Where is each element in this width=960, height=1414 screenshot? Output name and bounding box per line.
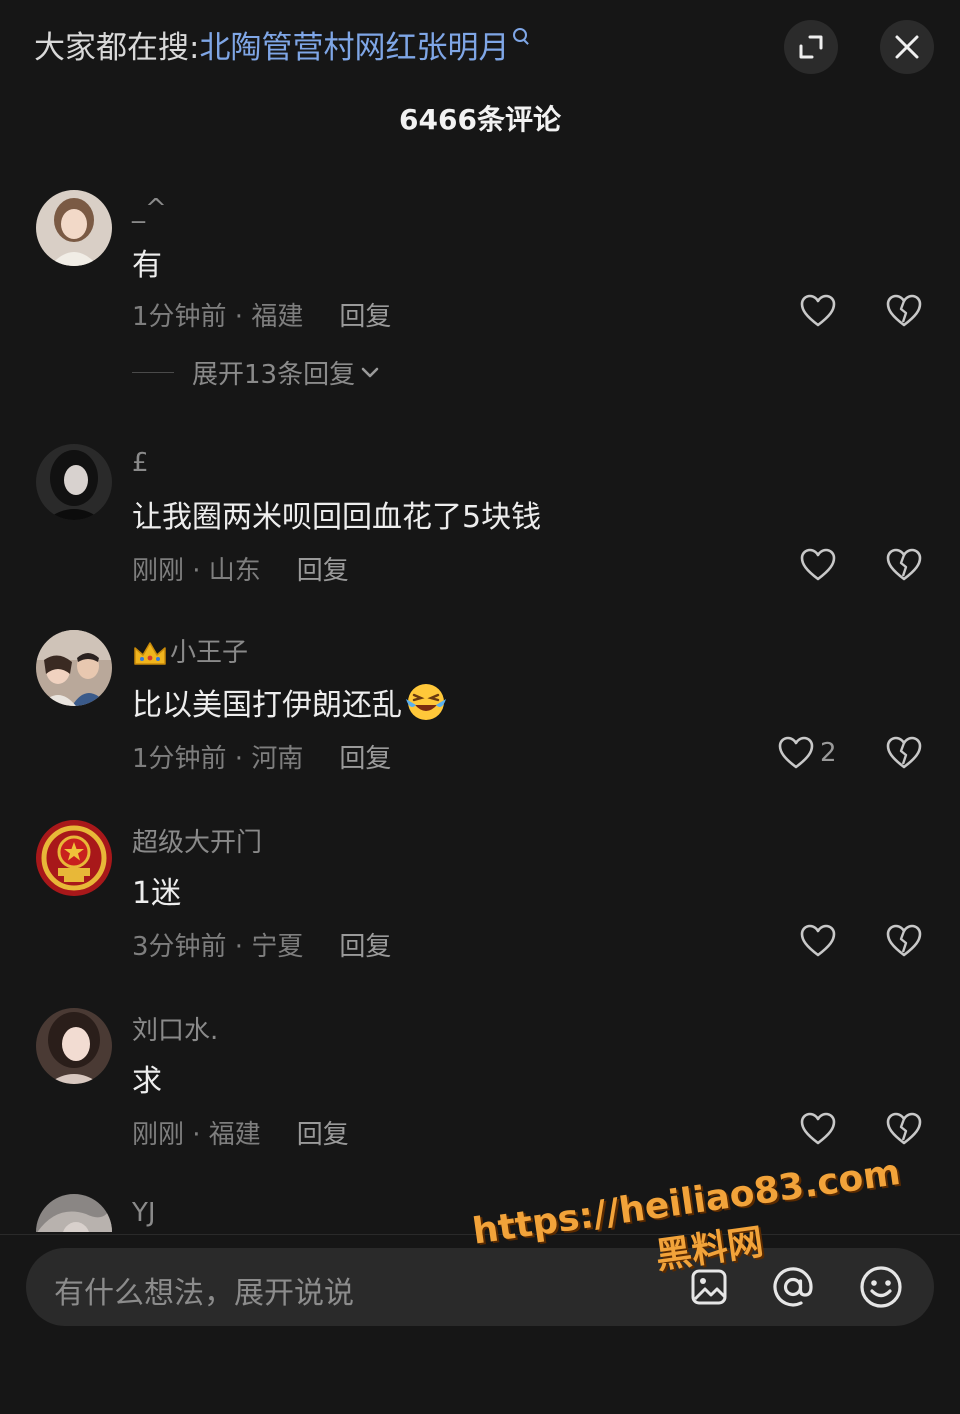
comment-item: 小王子 比以美国打伊朗还乱 1分钟前 · 河南 回复 2 bbox=[0, 622, 960, 802]
heart-icon bbox=[800, 294, 836, 327]
comment-item: 超级大开门 1迷 3分钟前 · 宁夏 回复 bbox=[0, 810, 960, 990]
comment-text: 有 bbox=[132, 248, 162, 283]
comment-meta: 刚刚 · 福建 回复 bbox=[132, 1114, 349, 1151]
broken-heart-icon bbox=[886, 924, 922, 957]
username[interactable]: YJ bbox=[132, 1198, 156, 1228]
at-icon bbox=[773, 1267, 813, 1307]
broken-heart-icon bbox=[886, 736, 922, 769]
time-location: 3分钟前 · 宁夏 bbox=[132, 932, 304, 962]
comment-count: 6466条评论 bbox=[399, 103, 561, 136]
hot-search-prefix: 大家都在搜: bbox=[34, 30, 200, 66]
avatar[interactable] bbox=[36, 1008, 112, 1084]
username[interactable]: 刘口水. bbox=[132, 1010, 218, 1047]
reply-button[interactable]: 回复 bbox=[339, 302, 391, 332]
divider-line bbox=[132, 372, 174, 373]
like-button[interactable] bbox=[800, 924, 842, 958]
broken-heart-icon bbox=[886, 1112, 922, 1145]
expand-button[interactable] bbox=[784, 20, 838, 74]
crown-icon bbox=[134, 641, 166, 665]
dislike-button[interactable] bbox=[886, 1112, 922, 1150]
dislike-button[interactable] bbox=[886, 294, 922, 332]
heart-icon bbox=[800, 1112, 836, 1145]
expand-icon bbox=[799, 35, 823, 59]
chevron-down-icon bbox=[361, 367, 379, 377]
laughing-crying-emoji-icon bbox=[406, 684, 446, 720]
heart-icon bbox=[800, 548, 836, 581]
reply-button[interactable]: 回复 bbox=[339, 744, 391, 774]
hot-search[interactable]: 大家都在搜:北陶管营村网红张明月 bbox=[34, 26, 528, 70]
comment-text: 让我圈两米呗回回血花了5块钱 bbox=[132, 500, 542, 535]
comment-item: £ 让我圈两米呗回回血花了5块钱 刚刚 · 山东 回复 bbox=[0, 434, 960, 614]
emoji-button[interactable] bbox=[858, 1264, 904, 1310]
comment-meta: 1分钟前 · 河南 回复 bbox=[132, 738, 391, 775]
username[interactable]: 小王子 bbox=[170, 638, 248, 668]
dislike-button[interactable] bbox=[886, 924, 922, 962]
reply-button[interactable]: 回复 bbox=[297, 1120, 349, 1150]
expand-replies-label: 展开13条回复 bbox=[192, 360, 356, 390]
comment-input[interactable]: 有什么想法，展开说说 bbox=[54, 1268, 354, 1312]
like-button[interactable]: 2 bbox=[778, 736, 837, 770]
time-location: 1分钟前 · 福建 bbox=[132, 302, 304, 332]
comment-text-row: 比以美国打伊朗还乱 bbox=[132, 680, 448, 724]
comment-text: 求 bbox=[132, 1064, 162, 1099]
comment-item: 刘口水. 求 刚刚 · 福建 回复 bbox=[0, 998, 960, 1178]
time-location: 刚刚 · 山东 bbox=[132, 556, 261, 586]
close-icon bbox=[895, 35, 919, 59]
avatar[interactable] bbox=[36, 820, 112, 896]
username-row: 小王子 bbox=[132, 632, 248, 669]
time-location: 刚刚 · 福建 bbox=[132, 1120, 261, 1150]
comment-item: _^ 有 1分钟前 · 福建 回复 展开13条回复 bbox=[0, 180, 960, 420]
top-bar: 大家都在搜:北陶管营村网红张明月 bbox=[0, 0, 960, 96]
time-location: 1分钟前 · 河南 bbox=[132, 744, 304, 774]
reply-button[interactable]: 回复 bbox=[297, 556, 349, 586]
comment-meta: 3分钟前 · 宁夏 回复 bbox=[132, 926, 391, 963]
like-button[interactable] bbox=[800, 294, 842, 328]
avatar[interactable] bbox=[36, 630, 112, 706]
username[interactable]: £ bbox=[132, 448, 149, 478]
emoji-icon bbox=[860, 1266, 902, 1308]
hot-search-term[interactable]: 北陶管营村网红张明月 bbox=[199, 30, 509, 66]
search-icon bbox=[513, 28, 528, 42]
broken-heart-icon bbox=[886, 294, 922, 327]
avatar[interactable] bbox=[36, 1194, 112, 1232]
username[interactable]: 超级大开门 bbox=[132, 822, 262, 859]
like-button[interactable] bbox=[800, 548, 842, 582]
comment-text: 比以美国打伊朗还乱 bbox=[132, 688, 402, 723]
dislike-button[interactable] bbox=[886, 548, 922, 586]
expand-replies-button[interactable]: 展开13条回复 bbox=[132, 354, 381, 391]
comment-list[interactable]: _^ 有 1分钟前 · 福建 回复 展开13条回复 £ 让我圈两米呗回回血花了5… bbox=[0, 180, 960, 1232]
broken-heart-icon bbox=[886, 548, 922, 581]
avatar[interactable] bbox=[36, 444, 112, 520]
like-button[interactable] bbox=[800, 1112, 842, 1146]
reply-button[interactable]: 回复 bbox=[339, 932, 391, 962]
mention-button[interactable] bbox=[770, 1264, 816, 1310]
username[interactable]: _^ bbox=[132, 194, 167, 224]
comment-text: 1迷 bbox=[132, 876, 182, 911]
dislike-button[interactable] bbox=[886, 736, 922, 774]
heart-icon bbox=[778, 736, 814, 769]
like-count: 2 bbox=[820, 738, 837, 768]
heart-icon bbox=[800, 924, 836, 957]
close-button[interactable] bbox=[880, 20, 934, 74]
comment-meta: 1分钟前 · 福建 回复 bbox=[132, 296, 391, 333]
avatar[interactable] bbox=[36, 190, 112, 266]
comment-meta: 刚刚 · 山东 回复 bbox=[132, 550, 349, 587]
